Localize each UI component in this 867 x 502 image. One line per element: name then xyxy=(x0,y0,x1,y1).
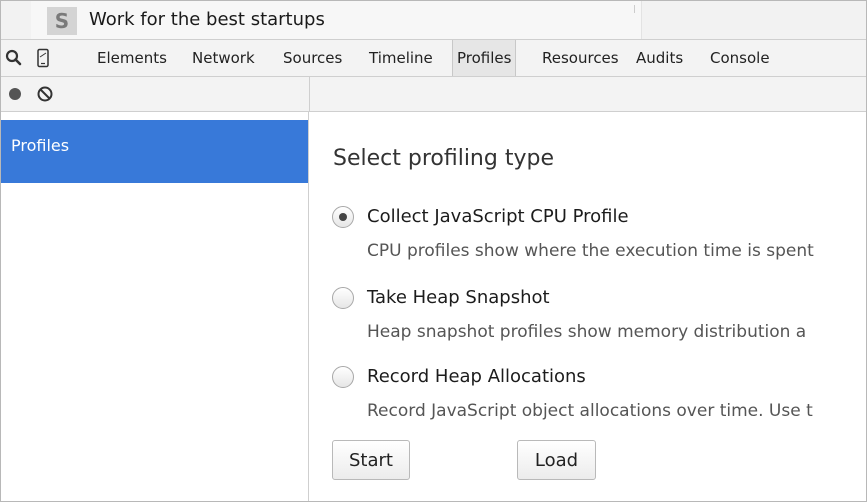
sidebar-item-profiles[interactable]: Profiles xyxy=(1,120,308,183)
divider xyxy=(309,77,310,112)
heap-snapshot-radio[interactable] xyxy=(332,287,354,309)
tab-audits[interactable]: Audits xyxy=(632,40,687,76)
profiles-subtoolbar xyxy=(1,77,866,112)
devtools-window: S Work for the best startups Elements Ne… xyxy=(0,0,867,502)
cpu-profile-label[interactable]: Collect JavaScript CPU Profile xyxy=(367,206,629,227)
radio-selected-dot xyxy=(339,213,347,221)
start-button[interactable]: Start xyxy=(332,440,410,480)
tab-network[interactable]: Network xyxy=(188,40,259,76)
record-icon[interactable] xyxy=(9,88,21,100)
search-icon[interactable] xyxy=(5,49,23,71)
heap-snapshot-description: Heap snapshot profiles show memory distr… xyxy=(367,322,807,342)
heap-allocations-description: Record JavaScript object allocations ove… xyxy=(367,401,813,421)
devtools-toolbar: Elements Network Sources Timeline Profil… xyxy=(1,39,866,77)
tab-console[interactable]: Console xyxy=(706,40,774,76)
load-button[interactable]: Load xyxy=(517,440,596,480)
tab-resources[interactable]: Resources xyxy=(538,40,623,76)
profile-launcher-panel: Select profiling type Collect JavaScript… xyxy=(310,112,866,501)
browser-tab[interactable]: S Work for the best startups xyxy=(31,1,642,39)
heap-allocations-label[interactable]: Record Heap Allocations xyxy=(367,366,586,387)
tab-elements[interactable]: Elements xyxy=(93,40,171,76)
cpu-profile-radio[interactable] xyxy=(332,206,354,228)
browser-tab-title: Work for the best startups xyxy=(89,9,325,30)
cpu-profile-description: CPU profiles show where the execution ti… xyxy=(367,241,814,261)
browser-tab-strip: S Work for the best startups xyxy=(1,1,866,39)
tab-timeline[interactable]: Timeline xyxy=(365,40,437,76)
tab-divider xyxy=(634,5,635,13)
sidebar-item-label: Profiles xyxy=(11,136,70,155)
clear-icon[interactable] xyxy=(36,85,54,107)
tab-sources[interactable]: Sources xyxy=(279,40,346,76)
panel-title: Select profiling type xyxy=(333,146,554,171)
heap-snapshot-label[interactable]: Take Heap Snapshot xyxy=(367,287,550,308)
site-favicon-icon: S xyxy=(47,7,77,35)
tab-profiles[interactable]: Profiles xyxy=(452,40,517,76)
device-mode-icon[interactable] xyxy=(36,48,50,72)
heap-allocations-radio[interactable] xyxy=(332,366,354,388)
profiles-sidebar: Profiles xyxy=(1,112,309,501)
